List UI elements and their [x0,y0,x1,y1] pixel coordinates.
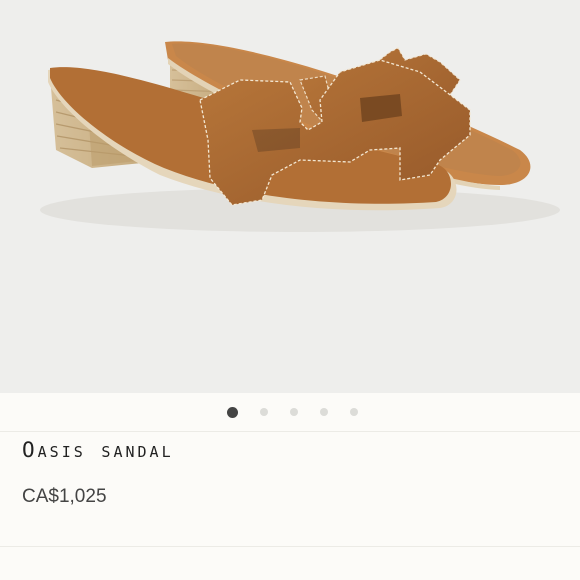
carousel-dot-3[interactable] [289,408,298,416]
product-image[interactable] [0,0,580,393]
carousel-dot-2[interactable] [259,408,268,416]
carousel-dot-5[interactable] [349,408,358,416]
carousel-dot-4[interactable] [319,408,328,416]
carousel-pagination [0,394,580,430]
product-title: Oasis sandal [22,438,174,462]
sandal-product-image [40,41,560,232]
divider [0,546,580,547]
divider [0,431,580,432]
front-sandal [48,59,471,211]
carousel-dot-1[interactable] [226,406,238,418]
product-price: CA$1,025 [22,486,107,507]
